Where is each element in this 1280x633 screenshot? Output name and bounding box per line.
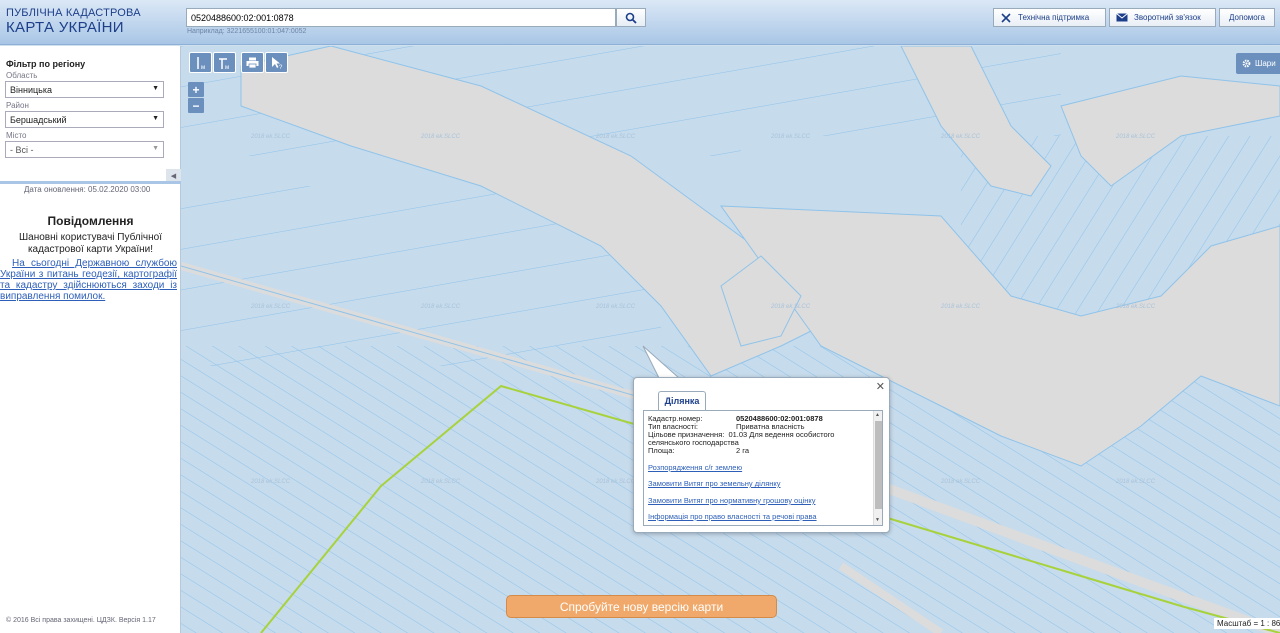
map-watermark: 2018 ek.SLCC	[1115, 134, 1156, 140]
search-button[interactable]	[616, 8, 646, 27]
map-watermark: 2018 ek.SLCC	[250, 134, 291, 140]
area-ruler-icon: м	[218, 57, 229, 70]
help-button[interactable]: Допомога	[1219, 8, 1275, 27]
parcel-popup: ✕ Ділянка Кадастр.номер: 0520488600:02:0…	[633, 377, 890, 533]
map-watermark: 2018 ek.SLCC	[1115, 304, 1156, 310]
tools-icon	[1001, 12, 1011, 23]
printer-icon	[246, 57, 259, 68]
copyright: © 2016 Всі права захищені. ЦДЗК. Версія …	[6, 617, 156, 624]
map-watermark: 2018 ek.SLCC	[1115, 479, 1156, 485]
layers-button[interactable]: Шари	[1236, 53, 1280, 74]
scrollbar-thumb[interactable]	[875, 421, 882, 509]
map-watermark: 2018 ek.SLCC	[420, 304, 461, 310]
region-label: Область	[6, 71, 38, 80]
link-order-parcel-extract[interactable]: Замовити Витяг про земельну ділянку	[648, 479, 781, 488]
envelope-icon	[1116, 13, 1128, 22]
notice-link[interactable]: На сьогодні Державною службою України з …	[0, 258, 177, 302]
map-watermark: 2018 ek.SLCC	[770, 134, 811, 140]
link-land-disposal[interactable]: Розпорядження с/г землею	[648, 463, 742, 472]
gear-icon	[1242, 59, 1251, 68]
dropdown-arrow-icon: ▼	[152, 85, 159, 92]
support-label: Технічна підтримка	[1018, 13, 1090, 22]
district-label: Район	[6, 101, 29, 110]
map-watermark: 2018 ek.SLCC	[595, 479, 636, 485]
sidebar: Фільтр по регіону Область Вінницька ▼ Ра…	[0, 46, 181, 633]
map-watermark: 2018 ek.SLCC	[420, 479, 461, 485]
identify-button[interactable]: ?	[265, 52, 288, 73]
district-select[interactable]: Бершадський ▼	[5, 111, 164, 128]
plus-icon: +	[192, 82, 200, 97]
map[interactable]: 2018 ek.SLCC 2018 ek.SLCC 2018 ek.SLCC 2…	[181, 46, 1280, 633]
link-order-valuation-extract[interactable]: Замовити Витяг про нормативну грошову оц…	[648, 496, 815, 505]
scale-label: Масштаб = 1 : 863	[1214, 618, 1280, 629]
measure-distance-button[interactable]: м	[189, 52, 212, 73]
field-value: 2 га	[736, 446, 749, 455]
feedback-button[interactable]: Зворотний зв'язок	[1109, 8, 1216, 27]
region-value: Вінницька	[10, 85, 52, 95]
region-select[interactable]: Вінницька ▼	[5, 81, 164, 98]
svg-text:м: м	[225, 65, 229, 70]
measure-area-button[interactable]: м	[213, 52, 236, 73]
link-ownership-info[interactable]: Інформація про право власності та речові…	[648, 512, 817, 521]
minus-icon: −	[192, 98, 200, 113]
zoom-out-button[interactable]: −	[188, 98, 204, 113]
map-canvas[interactable]: 2018 ek.SLCC 2018 ek.SLCC 2018 ek.SLCC 2…	[181, 46, 1280, 633]
update-date: Дата оновлення: 05.02.2020 03:00	[24, 185, 151, 194]
scroll-down-icon[interactable]: ▼	[875, 517, 880, 523]
logo-title: КАРТА УКРАЇНИ	[6, 19, 124, 36]
filter-title: Фільтр по регіону	[6, 59, 86, 69]
svg-text:м: м	[201, 65, 205, 70]
feedback-label: Зворотний зв'язок	[1134, 13, 1201, 22]
dropdown-arrow-icon: ▼	[152, 145, 159, 152]
city-value: - Всі -	[10, 145, 34, 155]
map-watermark: 2018 ek.SLCC	[420, 134, 461, 140]
header: ПУБЛІЧНА КАДАСТРОВА КАРТА УКРАЇНИ Наприк…	[0, 0, 1280, 45]
dropdown-arrow-icon: ▼	[152, 115, 159, 122]
help-label: Допомога	[1229, 13, 1265, 22]
popup-content: Кадастр.номер: 0520488600:02:001:0878 Ти…	[643, 410, 883, 526]
map-watermark: 2018 ek.SLCC	[770, 304, 811, 310]
search-input[interactable]	[186, 8, 616, 27]
field-purpose: Цільове призначення: 01.03 Для ведення о…	[648, 431, 868, 447]
map-watermark: 2018 ek.SLCC	[595, 304, 636, 310]
city-select[interactable]: - Всі - ▼	[5, 141, 164, 158]
field-label: Площа:	[648, 446, 675, 455]
popup-scrollbar[interactable]: ▲ ▼	[873, 411, 882, 525]
search-example: Наприклад: 3221655100:01:047:0052	[187, 28, 307, 35]
try-new-version-button[interactable]: Спробуйте нову версію карти	[506, 595, 777, 618]
district-value: Бершадський	[10, 115, 67, 125]
layers-label: Шари	[1255, 59, 1276, 68]
map-watermark: 2018 ek.SLCC	[940, 134, 981, 140]
chevron-left-icon: ◀	[170, 172, 177, 180]
close-icon[interactable]: ✕	[876, 380, 885, 393]
city-label: Місто	[6, 131, 27, 140]
notice-title: Повідомлення	[47, 214, 134, 228]
search-icon	[625, 12, 637, 24]
sidebar-divider	[0, 181, 181, 184]
map-watermark: 2018 ek.SLCC	[595, 134, 636, 140]
svg-text:?: ?	[279, 65, 283, 70]
map-watermark: 2018 ek.SLCC	[250, 304, 291, 310]
map-watermark: 2018 ek.SLCC	[940, 479, 981, 485]
zoom-in-button[interactable]: +	[188, 82, 204, 97]
ruler-icon: м	[196, 56, 205, 70]
logo-subtitle: ПУБЛІЧНА КАДАСТРОВА	[6, 7, 141, 19]
map-watermark: 2018 ek.SLCC	[940, 304, 981, 310]
map-watermark: 2018 ek.SLCC	[250, 479, 291, 485]
notice-text: Шановні користувачі Публічної кадастрово…	[19, 232, 162, 255]
print-button[interactable]	[241, 52, 264, 73]
support-button[interactable]: Технічна підтримка	[993, 8, 1106, 27]
cursor-question-icon: ?	[271, 56, 283, 70]
scroll-up-icon[interactable]: ▲	[875, 412, 880, 418]
tab-parcel[interactable]: Ділянка	[658, 391, 706, 410]
site-logo[interactable]: ПУБЛІЧНА КАДАСТРОВА КАРТА УКРАЇНИ	[6, 7, 141, 36]
